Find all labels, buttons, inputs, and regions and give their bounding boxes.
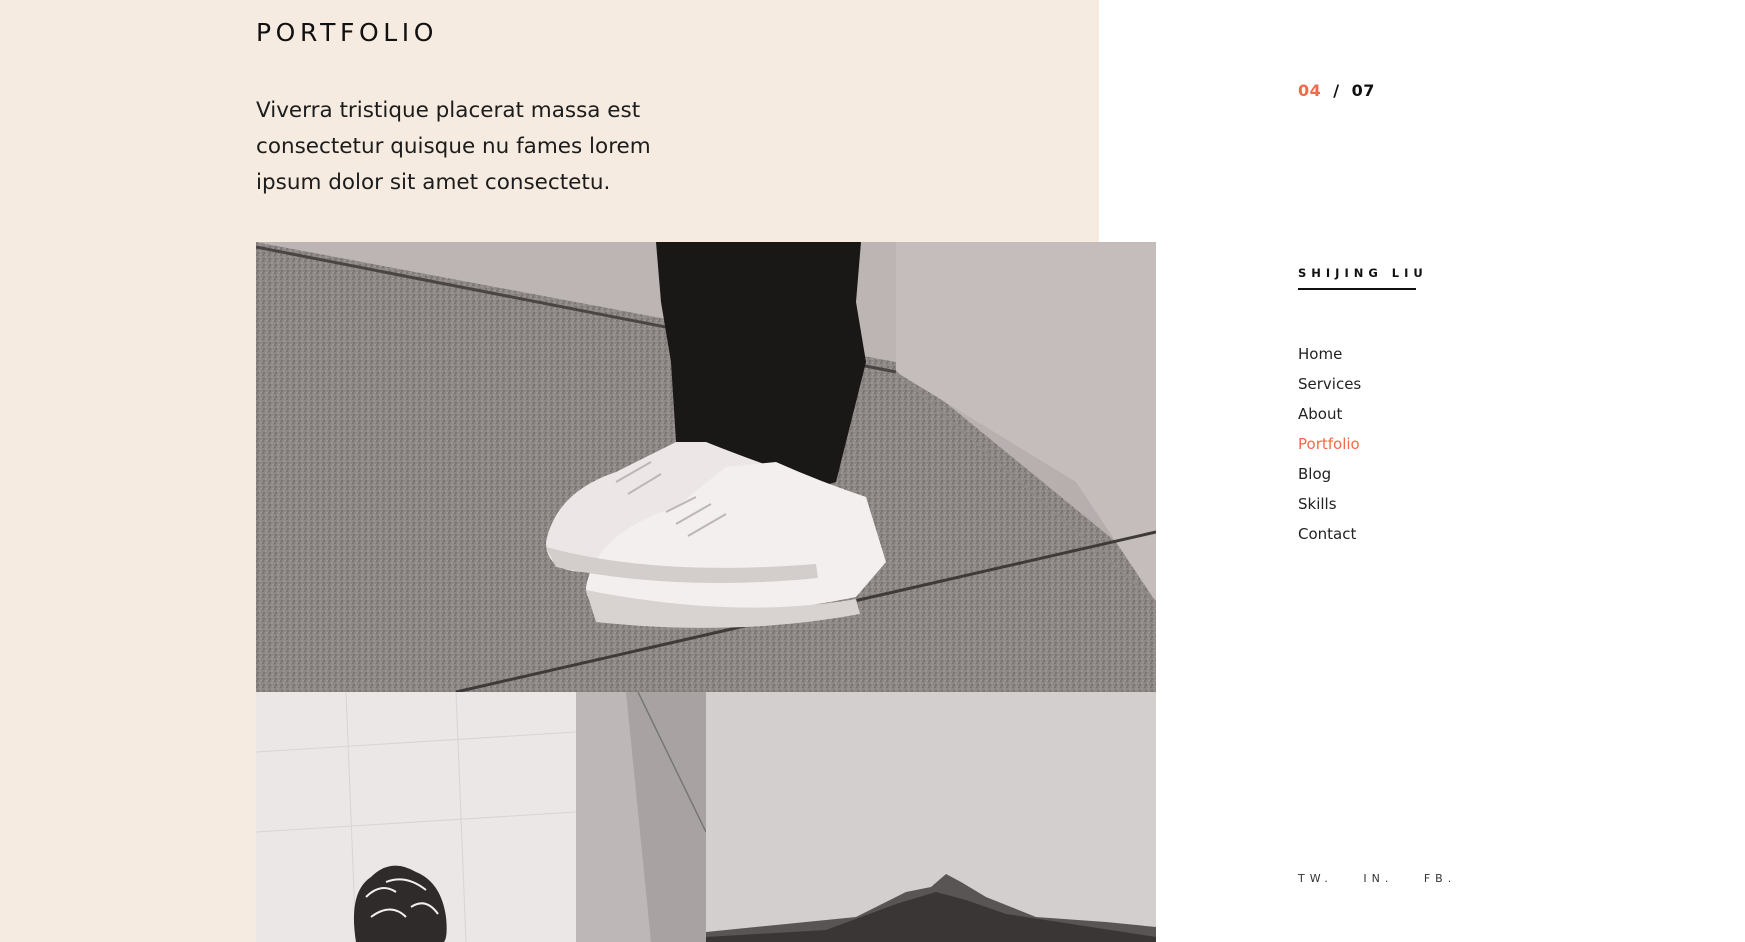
sneakers-photo (256, 242, 1156, 692)
sidebar-panel (1099, 0, 1745, 942)
portfolio-page: PORTFOLIO Viverra tristique placerat mas… (0, 0, 1745, 942)
main-nav: Home Services About Portfolio Blog Skill… (1298, 344, 1361, 554)
social-link-twitter[interactable]: TW. (1298, 872, 1333, 885)
intro-text: Viverra tristique placerat massa est con… (256, 98, 651, 195)
mountain-photo (706, 692, 1156, 942)
page-title: PORTFOLIO (256, 18, 439, 47)
social-link-facebook[interactable]: FB. (1424, 872, 1456, 885)
nav-item-about[interactable]: About (1298, 404, 1361, 434)
nav-item-home[interactable]: Home (1298, 344, 1361, 374)
slide-counter: 04 / 07 (1298, 81, 1375, 100)
nav-item-contact[interactable]: Contact (1298, 524, 1361, 554)
person-photo (256, 692, 706, 942)
logo-underline (1298, 288, 1416, 290)
counter-separator: / (1333, 81, 1340, 100)
nav-item-portfolio[interactable]: Portfolio (1298, 434, 1361, 464)
site-logo[interactable]: SHIJING LIU (1298, 266, 1428, 290)
total-slide-number: 07 (1351, 81, 1375, 100)
nav-item-blog[interactable]: Blog (1298, 464, 1361, 494)
social-link-instagram[interactable]: IN. (1363, 872, 1393, 885)
nav-item-skills[interactable]: Skills (1298, 494, 1361, 524)
portfolio-image-person[interactable] (256, 692, 706, 942)
nav-item-services[interactable]: Services (1298, 374, 1361, 404)
social-links: TW. IN. FB. (1298, 872, 1478, 885)
current-slide-number: 04 (1298, 81, 1322, 100)
portfolio-image-sneakers[interactable] (256, 242, 1156, 692)
portfolio-image-mountain[interactable] (706, 692, 1156, 942)
